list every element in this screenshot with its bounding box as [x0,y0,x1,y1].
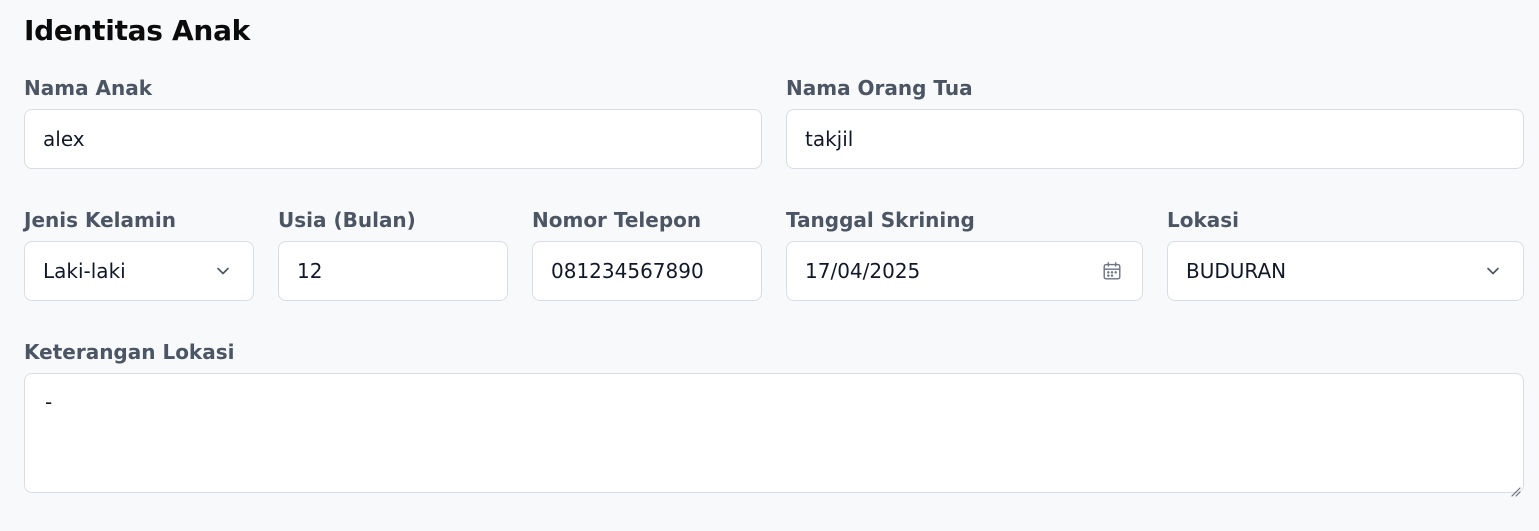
nama-orang-tua-input[interactable]: takjil [786,109,1524,169]
usia-value: 12 [297,259,323,283]
nomor-telepon-field: Nomor Telepon 081234567890 [532,205,762,307]
nomor-telepon-input[interactable]: 081234567890 [532,241,762,301]
nomor-telepon-label: Nomor Telepon [532,208,702,232]
keterangan-lokasi-label: Keterangan Lokasi [24,340,235,364]
usia-field: Usia (Bulan) 12 [278,205,508,307]
section-title: Identitas Anak [24,14,250,47]
keterangan-lokasi-value: - [45,390,53,414]
lokasi-value: BUDURAN [1186,259,1287,283]
jenis-kelamin-field: Jenis Kelamin Laki-laki [24,205,254,307]
jenis-kelamin-select[interactable]: Laki-laki [24,241,254,301]
calendar-icon[interactable] [1100,259,1124,283]
usia-input[interactable]: 12 [278,241,508,301]
keterangan-lokasi-field: Keterangan Lokasi - [24,337,1524,499]
lokasi-field: Lokasi BUDURAN [1167,205,1524,307]
chevron-down-icon [1481,259,1505,283]
nama-orang-tua-field: Nama Orang Tua takjil [786,73,1524,175]
nama-orang-tua-label: Nama Orang Tua [786,76,973,100]
lokasi-label: Lokasi [1167,208,1240,232]
tanggal-skrining-field: Tanggal Skrining 17/04/2025 [786,205,1143,307]
tanggal-skrining-label: Tanggal Skrining [786,208,975,232]
nama-anak-label: Nama Anak [24,76,153,100]
nama-anak-value: alex [43,127,85,151]
usia-label: Usia (Bulan) [278,208,416,232]
nama-orang-tua-value: takjil [805,127,854,151]
tanggal-skrining-value: 17/04/2025 [805,259,921,283]
identitas-anak-form: Identitas Anak Nama Anak alex Nama Orang… [0,0,1539,531]
chevron-down-icon [211,259,235,283]
nama-anak-input[interactable]: alex [24,109,762,169]
nomor-telepon-value: 081234567890 [551,259,704,283]
nama-anak-field: Nama Anak alex [24,73,762,175]
jenis-kelamin-label: Jenis Kelamin [24,208,176,232]
tanggal-skrining-input[interactable]: 17/04/2025 [786,241,1143,301]
lokasi-select[interactable]: BUDURAN [1167,241,1524,301]
jenis-kelamin-value: Laki-laki [43,259,126,283]
keterangan-lokasi-textarea[interactable]: - [24,373,1524,497]
resize-handle-icon[interactable] [1509,478,1521,497]
